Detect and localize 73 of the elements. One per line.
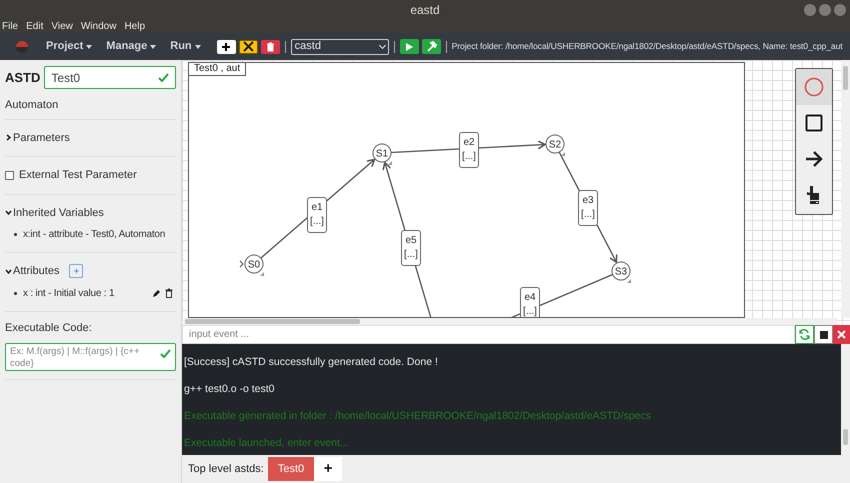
- minimize-button[interactable]: [804, 4, 816, 16]
- state-node[interactable]: S2: [546, 134, 564, 154]
- code-label: Executable Code:: [5, 320, 93, 336]
- console-line: Executable launched, enter event...: [184, 437, 350, 449]
- plus-icon: [221, 42, 232, 52]
- add-button[interactable]: [216, 40, 236, 54]
- pointing-hand-icon: [806, 185, 822, 205]
- menu-item[interactable]: Edit: [26, 22, 44, 32]
- checkbox-label: External Test Parameter: [19, 168, 137, 183]
- check-icon: [158, 73, 169, 82]
- console-line: Executable generated in folder : /home/local/USHERBROOKE/ngal1802/Desktop/astd/eASTD/specs: [184, 410, 652, 422]
- build-button[interactable]: [422, 39, 441, 54]
- console-scrollbar[interactable]: [841, 344, 850, 455]
- tools-button[interactable]: [238, 40, 258, 54]
- play-icon: [404, 42, 414, 52]
- astd-label: ASTD: [5, 68, 40, 87]
- section-toggle[interactable]: Attributes: [5, 263, 60, 280]
- stop-button[interactable]: [814, 325, 833, 344]
- transition-label[interactable]: e1 [...]: [307, 197, 327, 233]
- run-button[interactable]: [400, 39, 419, 54]
- chevron-down-icon: [5, 268, 12, 275]
- add-attribute-button[interactable]: +: [69, 264, 84, 278]
- console-line: [Success] cASTD successfully generated code. Done !: [184, 356, 439, 368]
- astd-select[interactable]: castd: [290, 38, 389, 54]
- checkbox[interactable]: [5, 170, 14, 180]
- state-node[interactable]: S0: [244, 254, 264, 274]
- close-button[interactable]: [833, 325, 850, 344]
- add-astd-button[interactable]: +: [314, 457, 342, 481]
- state-node[interactable]: S1: [372, 144, 392, 162]
- hammer-icon: [426, 41, 437, 52]
- project-info: Project folder: /home/local/USHERBROOKE/ngal1802/Desktop/astd/eASTD/specs, Name: test0_cpp_aut: [452, 40, 843, 53]
- maximize-button[interactable]: [819, 4, 831, 16]
- menu-item[interactable]: File: [2, 22, 18, 32]
- name-field[interactable]: Test0: [44, 66, 176, 89]
- menu-dropdown[interactable]: Project: [46, 38, 92, 55]
- section-toggle[interactable]: Parameters: [5, 130, 70, 146]
- refresh-icon: [799, 329, 810, 340]
- horizontal-scrollbar[interactable]: [182, 318, 837, 325]
- chevron-down-icon: [5, 209, 12, 216]
- trash-icon: [165, 288, 173, 298]
- window-title: eastd: [410, 2, 440, 19]
- transition-label[interactable]: e4 [...]: [520, 287, 540, 317]
- circle-tool-icon: [804, 77, 824, 97]
- list-item: x:int - attribute - Test0, Automaton: [23, 228, 166, 242]
- astd-type: Automaton: [5, 92, 176, 120]
- check-icon: [160, 349, 171, 358]
- arrow-tool-icon: [805, 151, 823, 167]
- event-input[interactable]: input event ...: [182, 325, 795, 344]
- menu-item[interactable]: Help: [124, 22, 146, 32]
- astd-tab[interactable]: Test0: [268, 457, 314, 481]
- trash-icon: [266, 42, 275, 52]
- list-item: x : int - Initial value : 1: [23, 286, 114, 300]
- square-tool-icon: [805, 114, 823, 132]
- menu-dropdown[interactable]: Run: [170, 38, 201, 55]
- transition-label[interactable]: e5 [...]: [401, 230, 421, 266]
- transition-label[interactable]: e2 [...]: [459, 132, 479, 168]
- transition-label[interactable]: e3 [...]: [578, 190, 598, 226]
- state-node[interactable]: S3: [612, 262, 630, 280]
- top-level-label: Top level astds:: [188, 462, 264, 477]
- menu-item[interactable]: Window: [80, 22, 116, 32]
- delete-button[interactable]: [260, 40, 280, 54]
- vertical-scrollbar[interactable]: [841, 60, 850, 318]
- stop-icon: [820, 330, 828, 338]
- code-field[interactable]: Ex: M.f(args) | M::f(args) | {c++ code}: [5, 343, 176, 371]
- logo-icon: [14, 38, 30, 54]
- section-toggle[interactable]: Inherited Variables: [5, 204, 104, 221]
- close-button[interactable]: [834, 4, 846, 16]
- console-line: g++ test0.o -o test0: [184, 383, 276, 395]
- menu-dropdown[interactable]: Manage: [106, 38, 156, 55]
- pencil-icon[interactable]: [152, 288, 161, 298]
- menu-item[interactable]: View: [51, 22, 73, 32]
- chevron-right-icon: [5, 134, 12, 142]
- close-icon: [837, 330, 846, 339]
